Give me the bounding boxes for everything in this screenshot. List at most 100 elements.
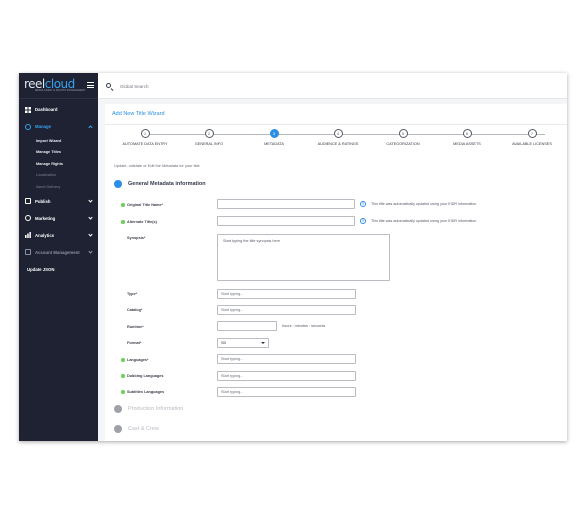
format-label: Format* — [127, 341, 142, 345]
sidebar-item-marketing[interactable]: Marketing — [19, 210, 98, 227]
sidebar-item-label: Update JSON — [27, 266, 55, 272]
step-number: 4 — [333, 129, 343, 138]
label-text: Original Title Name* — [127, 203, 164, 207]
global-search-input[interactable] — [120, 81, 320, 91]
step-number: 5 — [398, 129, 408, 138]
step-label: MEDIA ASSETS — [453, 142, 481, 146]
app-window: reelcloud MEDIA ASSET & RIGHTS MANAGEMEN… — [19, 73, 567, 441]
synopsis-label: Synopsis* — [127, 236, 146, 240]
sidebar-subitem-manage-rights[interactable]: Manage Rights — [19, 158, 98, 170]
catalog-label: Catalog* — [127, 308, 143, 312]
menu-toggle-icon[interactable] — [87, 82, 94, 88]
section-dot-icon — [114, 180, 122, 188]
languages-label: Languages* — [121, 358, 149, 362]
chevron-down-icon — [88, 231, 93, 237]
section-dot-icon — [114, 425, 122, 433]
chevron-down-icon — [88, 214, 93, 220]
step-label: GENERAL INFO — [194, 142, 224, 146]
required-dot-icon — [121, 358, 125, 362]
subtitles-languages-input[interactable] — [217, 387, 356, 397]
chevron-up-icon — [88, 125, 93, 130]
original-title-label: Original Title Name* — [121, 203, 163, 207]
publish-icon — [25, 198, 31, 204]
sidebar-item-manage[interactable]: Manage — [19, 118, 98, 135]
logo-tagline: MEDIA ASSET & RIGHTS MANAGEMENT — [35, 89, 86, 92]
sidebar-item-label: Manage — [35, 124, 51, 129]
label-text: Dubbing Languages — [127, 374, 164, 378]
required-dot-icon — [121, 220, 125, 224]
search-icon[interactable] — [106, 83, 111, 88]
sidebar: reelcloud MEDIA ASSET & RIGHTS MANAGEMEN… — [19, 73, 98, 441]
account-icon — [25, 249, 31, 255]
sidebar-item-label: Dashboard — [35, 107, 58, 112]
dubbing-languages-label: Dubbing Languages — [121, 374, 164, 378]
sidebar-nav: Dashboard Manage Import Wizard Manage Ti… — [19, 101, 98, 278]
step-label: AUDIENCE & RATINGS — [317, 142, 359, 146]
section-dot-icon — [114, 405, 122, 413]
sidebar-item-publish[interactable]: Publish — [19, 193, 98, 210]
step-media-assets[interactable]: 6 MEDIA ASSETS — [437, 129, 497, 146]
sidebar-item-label: Marketing — [35, 215, 56, 221]
analytics-icon — [25, 232, 31, 238]
dubbing-languages-input[interactable] — [217, 371, 356, 381]
dashboard-icon — [25, 106, 31, 113]
sidebar-item-label: Account Management — [35, 249, 80, 255]
step-automate-data-entry[interactable]: 1 AUTOMATE DATA ENTRY — [115, 129, 175, 146]
section-production-information[interactable]: Production Information — [114, 405, 183, 413]
runtime-input[interactable] — [217, 321, 277, 331]
caret-down-icon — [261, 342, 265, 344]
sidebar-item-analytics[interactable]: Analytics — [19, 227, 98, 244]
auto-update-note: This title was automatically updated usi… — [371, 202, 477, 206]
step-number: 3 — [269, 129, 279, 138]
step-general-info[interactable]: 2 GENERAL INFO — [179, 129, 239, 146]
original-title-input[interactable] — [217, 199, 355, 209]
globe-icon — [25, 215, 31, 221]
step-available-licenses[interactable]: 7 AVAILABLE LICENSES — [502, 129, 562, 146]
languages-input[interactable] — [217, 354, 356, 364]
sidebar-subitem-import-wizard[interactable]: Import Wizard — [19, 135, 98, 147]
step-label: CATEGORIZATION — [386, 142, 420, 146]
divider — [105, 124, 567, 125]
step-label: AVAILABLE LICENSES — [512, 142, 552, 146]
step-audience-ratings[interactable]: 4 AUDIENCE & RATINGS — [308, 129, 368, 146]
chevron-down-icon — [88, 248, 93, 254]
page-title: Add New Title Wizard — [112, 111, 165, 117]
sidebar-item-update-json[interactable]: Update JSON — [19, 261, 98, 278]
sidebar-item-dashboard[interactable]: Dashboard — [19, 101, 98, 118]
alternate-titles-input[interactable] — [217, 216, 355, 226]
info-icon[interactable]: ? — [360, 218, 366, 224]
step-label: AUTOMATE DATA ENTRY — [122, 142, 168, 146]
label-text: Alternate Title(s) — [127, 220, 157, 224]
section-general-metadata[interactable]: General Metadata information — [114, 180, 206, 188]
sidebar-item-label: Publish — [35, 198, 51, 204]
required-dot-icon — [121, 374, 125, 378]
step-number: 6 — [462, 129, 472, 138]
label-text: Subtitles Languages — [127, 390, 165, 394]
runtime-label: Runtime* — [127, 325, 144, 329]
auto-update-note: This title was automatically updated usi… — [371, 219, 477, 223]
format-select[interactable]: SD — [217, 338, 269, 348]
step-number: 7 — [527, 129, 537, 138]
sidebar-subitem-manage-titles[interactable]: Manage Titles — [19, 147, 98, 159]
info-icon[interactable]: ? — [360, 201, 366, 207]
step-metadata[interactable]: 3 METADATA — [244, 129, 304, 146]
format-selected-value: SD — [221, 341, 227, 345]
sidebar-item-account-management[interactable]: Account Management — [19, 244, 98, 261]
sidebar-subitem-localization[interactable]: Localization — [19, 170, 98, 182]
section-cast-crew[interactable]: Cast & Crew — [114, 425, 159, 433]
type-input[interactable] — [217, 289, 356, 299]
sidebar-subitem-asset-delivery[interactable]: Asset Delivery — [19, 181, 98, 193]
wizard-panel: Add New Title Wizard 1 AUTOMATE DATA ENT… — [105, 104, 567, 441]
required-dot-icon — [121, 390, 125, 394]
required-dot-icon — [121, 203, 125, 207]
top-bar — [98, 73, 567, 99]
synopsis-textarea[interactable] — [217, 234, 390, 281]
wizard-stepper: 1 AUTOMATE DATA ENTRY 2 GENERAL INFO 3 M… — [105, 129, 567, 155]
sidebar-item-label: Analytics — [35, 232, 55, 238]
runtime-hint: hours : minutes : seconds — [282, 324, 326, 328]
type-label: Type* — [127, 292, 138, 296]
section-title: General Metadata information — [128, 181, 206, 187]
catalog-input[interactable] — [217, 305, 356, 315]
step-categorization[interactable]: 5 CATEGORIZATION — [373, 129, 433, 146]
logo-row: reelcloud MEDIA ASSET & RIGHTS MANAGEMEN… — [19, 73, 98, 99]
